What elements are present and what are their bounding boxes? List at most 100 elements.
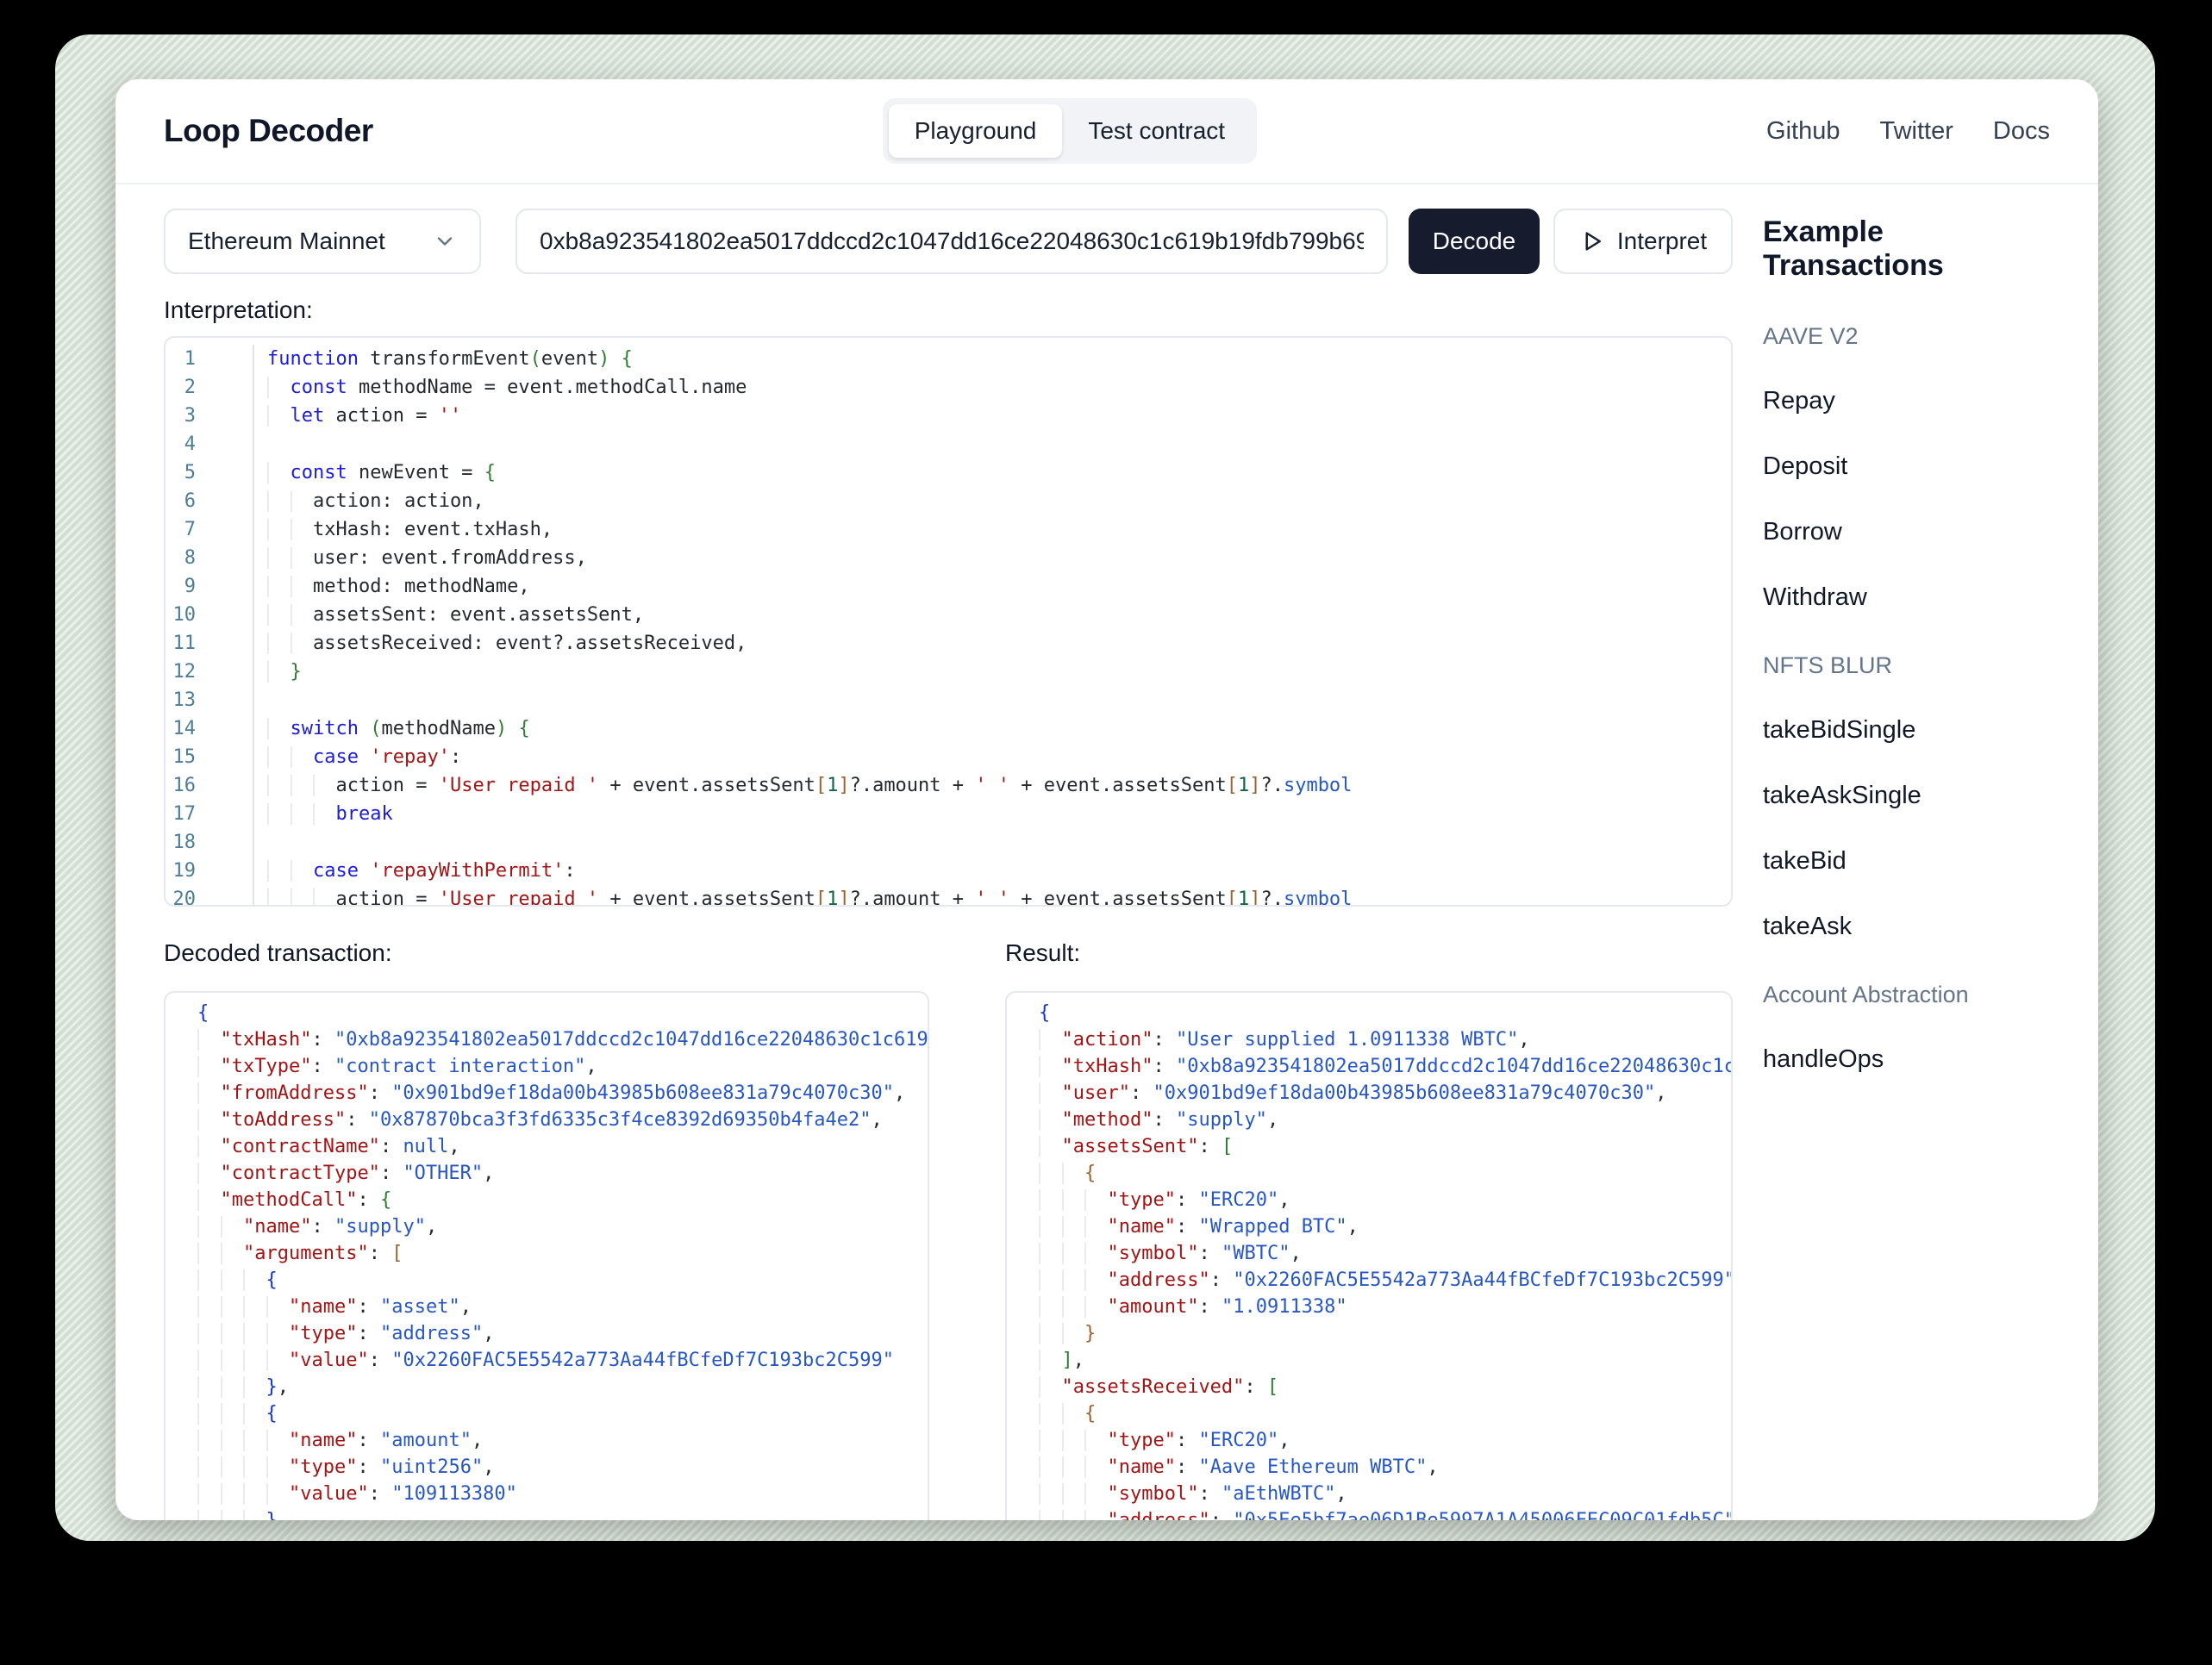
line-number: 19 (166, 857, 254, 885)
line-number: 5 (166, 458, 254, 487)
interpret-button[interactable]: Interpret (1553, 209, 1733, 274)
code-line: 12 } (166, 658, 1731, 686)
line-number: 12 (166, 658, 254, 686)
line-number: 14 (166, 714, 254, 743)
interpretation-code-editor[interactable]: 1 function transformEvent(event) {2 const… (164, 336, 1733, 907)
code-line: "name": "Wrapped BTC", (1026, 1213, 1731, 1240)
group-label-account-abstraction: Account Abstraction (1763, 982, 1969, 1007)
code-line: 15 case 'repay': (166, 743, 1731, 771)
line-number: 17 (166, 800, 254, 828)
line-number: 16 (166, 771, 254, 800)
code-line: { (197, 1002, 209, 1024)
example-group-blur: NFTS BLUR takeBidSingle takeAskSingle ta… (1763, 652, 2050, 941)
code-line: "symbol": "aEthWBTC", (1026, 1481, 1731, 1507)
docs-link[interactable]: Docs (1993, 117, 2050, 146)
header-links: Github Twitter Docs (1766, 117, 2050, 146)
group-label-aave: AAVE V2 (1763, 323, 1859, 349)
code-line: { (1026, 1160, 1731, 1187)
code-line: 17 break (166, 800, 1731, 828)
decoded-column: Decoded transaction: { "txHash": "0xb8a9… (164, 939, 929, 1520)
code-line: 1 function transformEvent(event) { (166, 345, 1731, 373)
example-withdraw[interactable]: Withdraw (1763, 583, 2050, 612)
code-line: "txHash": "0xb8a923541802ea5017ddccd2c10… (184, 1026, 928, 1053)
code-line: { (1039, 1002, 1051, 1024)
examples-sidebar: Example Transactions AAVE V2 Repay Depos… (1733, 184, 2050, 1074)
code-line: 16 action = 'User repaid ' + event.asset… (166, 771, 1731, 800)
example-takeasksingle[interactable]: takeAskSingle (1763, 781, 2050, 810)
example-repay[interactable]: Repay (1763, 386, 2050, 415)
code-line: "address": "0x5Ee5bf7ae06D1Be5997A1A4500… (1026, 1507, 1732, 1520)
example-takeask[interactable]: takeAsk (1763, 912, 2050, 941)
code-line: 10 assetsSent: event.assetsSent, (166, 601, 1731, 629)
example-handleops[interactable]: handleOps (1763, 1045, 2050, 1074)
interpretation-label: Interpretation: (164, 296, 313, 323)
app-title: Loop Decoder (164, 113, 373, 148)
line-number: 18 (166, 828, 254, 857)
chevron-down-icon (437, 237, 453, 246)
code-line: "assetsReceived": [ (1026, 1374, 1731, 1400)
code-line: 5 const newEvent = { (166, 458, 1731, 487)
code-line: "toAddress": "0x87870bca3f3fd6335c3f4ce8… (184, 1107, 928, 1133)
code-line: "txType": "contract interaction", (184, 1053, 928, 1080)
app-header: Loop Decoder Playground Test contract Gi… (116, 79, 2098, 184)
mode-switcher: Playground Test contract (882, 98, 1258, 164)
line-number: 10 (166, 601, 254, 629)
code-line: 2 const methodName = event.methodCall.na… (166, 373, 1731, 402)
code-line: } (184, 1507, 928, 1520)
code-line: "method": "supply", (1026, 1107, 1731, 1133)
example-deposit[interactable]: Deposit (1763, 452, 2050, 481)
line-number: 9 (166, 572, 254, 601)
code-line: "contractName": null, (184, 1133, 928, 1160)
code-line: 11 assetsReceived: event?.assetsReceived… (166, 629, 1731, 658)
code-line: { (1026, 1400, 1731, 1427)
example-takebidsingle[interactable]: takeBidSingle (1763, 715, 2050, 745)
toolbar: Ethereum Mainnet Decode Interpret (164, 209, 1733, 274)
code-line: "action": "User supplied 1.0911338 WBTC"… (1026, 1026, 1731, 1053)
code-line: "assetsSent": [ (1026, 1133, 1731, 1160)
code-line: 20 action = 'User repaid ' + event.asset… (166, 885, 1731, 905)
code-line: 18 (166, 828, 1731, 857)
code-line: "address": "0x2260FAC5E5542a773Aa44fBCfe… (1026, 1267, 1732, 1294)
tab-playground[interactable]: Playground (888, 104, 1063, 158)
code-line: "fromAddress": "0x901bd9ef18da00b43985b6… (184, 1080, 928, 1107)
code-line: 13 (166, 686, 1731, 714)
app-window: Loop Decoder Playground Test contract Gi… (116, 79, 2098, 1520)
line-number: 4 (166, 430, 254, 458)
code-line: 9 method: methodName, (166, 572, 1731, 601)
line-number: 11 (166, 629, 254, 658)
output-row: Decoded transaction: { "txHash": "0xb8a9… (164, 939, 1733, 1520)
code-line: "name": "Aave Ethereum WBTC", (1026, 1454, 1731, 1481)
code-line: "name": "amount", (184, 1427, 928, 1454)
example-group-aave: AAVE V2 Repay Deposit Borrow Withdraw (1763, 322, 2050, 612)
example-group-account-abstraction: Account Abstraction handleOps (1763, 981, 2050, 1074)
line-number: 13 (166, 686, 254, 714)
line-number: 20 (166, 885, 254, 905)
tx-hash-input[interactable] (516, 209, 1388, 274)
result-json-panel[interactable]: { "action": "User supplied 1.0911338 WBT… (1005, 991, 1733, 1520)
tab-test-contract[interactable]: Test contract (1062, 104, 1251, 158)
code-line: "name": "asset", (184, 1294, 928, 1320)
line-number: 6 (166, 487, 254, 515)
network-select[interactable]: Ethereum Mainnet (164, 209, 481, 274)
code-line: "user": "0x901bd9ef18da00b43985b608ee831… (1026, 1080, 1731, 1107)
line-number: 7 (166, 515, 254, 544)
line-number: 15 (166, 743, 254, 771)
example-borrow[interactable]: Borrow (1763, 517, 2050, 546)
content: Ethereum Mainnet Decode Interpret Interp… (116, 184, 2098, 1520)
decoded-json-panel[interactable]: { "txHash": "0xb8a923541802ea5017ddccd2c… (164, 991, 929, 1520)
code-line: } (1026, 1320, 1731, 1347)
examples-title: Example Transactions (1763, 215, 1944, 282)
twitter-link[interactable]: Twitter (1880, 117, 1953, 146)
code-line: "type": "ERC20", (1026, 1427, 1731, 1454)
decode-button[interactable]: Decode (1409, 209, 1540, 274)
code-line: "symbol": "WBTC", (1026, 1240, 1731, 1267)
github-link[interactable]: Github (1766, 117, 1840, 146)
code-line: "txHash": "0xb8a923541802ea5017ddccd2c10… (1026, 1053, 1732, 1080)
result-label: Result: (1005, 939, 1081, 966)
code-line: 3 let action = '' (166, 402, 1731, 430)
line-number: 1 (166, 345, 254, 373)
code-line: "type": "address", (184, 1320, 928, 1347)
interpret-button-label: Interpret (1616, 228, 1708, 254)
example-takebid[interactable]: takeBid (1763, 846, 2050, 876)
code-line: ], (1026, 1347, 1731, 1374)
